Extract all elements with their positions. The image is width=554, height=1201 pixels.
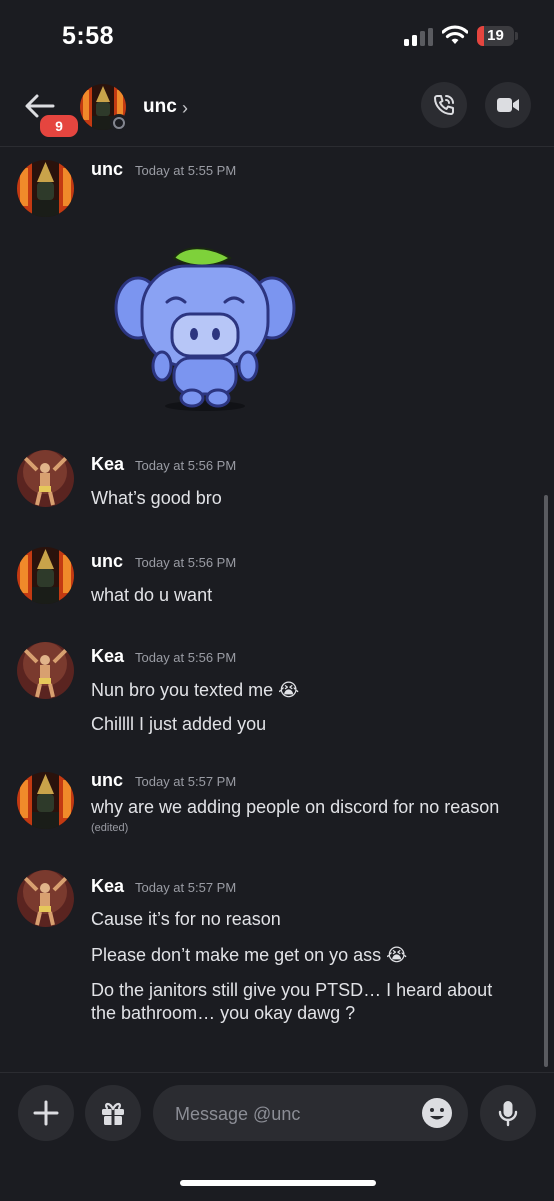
battery-indicator: 19 — [477, 26, 514, 46]
message-username[interactable]: unc — [91, 770, 123, 791]
voice-message-button[interactable] — [480, 1085, 536, 1141]
message-username[interactable]: unc — [91, 159, 123, 180]
message-text: Chillll I just added you — [91, 714, 267, 734]
avatar-art-kea — [17, 450, 74, 507]
video-camera-icon — [497, 98, 519, 112]
header-username[interactable]: unc — [143, 96, 177, 118]
phone-call-icon — [434, 95, 454, 115]
plus-icon — [33, 1100, 59, 1126]
message-text: Please don’t make me get on yo ass 😭 — [91, 945, 408, 965]
status-bar: 5:58 19 — [0, 0, 554, 72]
avatar-art-kea — [17, 870, 74, 927]
unread-badge: 9 — [38, 113, 80, 139]
message-group: unc Today at 5:56 PM what do u want — [0, 545, 540, 615]
message-username[interactable]: Kea — [91, 876, 124, 897]
wumpus-sticker — [114, 247, 296, 411]
gift-button[interactable] — [85, 1085, 141, 1141]
gift-icon — [102, 1102, 124, 1125]
avatar-art-unc — [17, 160, 74, 217]
message-text: What’s good bro — [91, 488, 222, 508]
avatar-unc[interactable] — [17, 160, 74, 217]
message-timestamp: Today at 5:56 PM — [135, 555, 237, 570]
wifi-icon — [442, 25, 468, 44]
chat-scrollbar[interactable] — [544, 495, 548, 1067]
message-timestamp: Today at 5:56 PM — [135, 650, 237, 665]
message-timestamp: Today at 5:56 PM — [135, 458, 237, 473]
offline-status-icon — [110, 114, 128, 132]
message-timestamp: Today at 5:55 PM — [135, 163, 237, 178]
message-group: Kea Today at 5:56 PM What’s good bro — [0, 448, 540, 518]
avatar-unc[interactable] — [17, 547, 74, 604]
avatar-kea[interactable] — [17, 870, 74, 927]
microphone-icon — [498, 1101, 518, 1127]
message-timestamp: Today at 5:57 PM — [135, 774, 237, 789]
emoji-icon[interactable] — [421, 1097, 453, 1129]
message-group: unc Today at 5:57 PM why are we adding p… — [0, 764, 540, 844]
message-text: Cause it’s for no reason — [91, 909, 281, 929]
chat-header: 9 unc › — [0, 74, 554, 147]
message-username[interactable]: Kea — [91, 454, 124, 475]
video-call-button[interactable] — [485, 82, 531, 128]
message-input[interactable] — [173, 1085, 407, 1143]
chevron-right-icon[interactable]: › — [182, 98, 188, 119]
cellular-signal-icon — [404, 28, 433, 46]
avatar-art-unc — [17, 547, 74, 604]
message-text: the bathroom… you okay dawg ? — [91, 1003, 356, 1023]
battery-level: 19 — [487, 27, 504, 44]
home-indicator[interactable] — [180, 1180, 376, 1186]
avatar-art-kea — [17, 642, 74, 699]
avatar-kea[interactable] — [17, 642, 74, 699]
avatar-art-unc — [17, 772, 74, 829]
voice-call-button[interactable] — [421, 82, 467, 128]
battery-cap — [515, 32, 518, 40]
message-text: what do u want — [91, 585, 213, 605]
message-text: Do the janitors still give you PTSD… I h… — [91, 980, 493, 1000]
status-time: 5:58 — [62, 22, 115, 50]
message-text: why are we adding people on discord for … — [91, 797, 500, 817]
message-timestamp: Today at 5:57 PM — [135, 880, 237, 895]
add-attachment-button[interactable] — [18, 1085, 74, 1141]
message-group: unc Today at 5:55 PM — [0, 158, 540, 418]
avatar-unc[interactable] — [17, 772, 74, 829]
edited-label: (edited) — [91, 822, 129, 834]
message-username[interactable]: Kea — [91, 646, 124, 667]
message-username[interactable]: unc — [91, 551, 123, 572]
message-text: Nun bro you texted me 😭 — [91, 680, 300, 700]
message-group: Kea Today at 5:56 PM Nun bro you texted … — [0, 640, 540, 740]
message-input-container[interactable] — [153, 1085, 468, 1143]
message-group: Kea Today at 5:57 PM Cause it’s for no r… — [0, 870, 540, 1030]
avatar-kea[interactable] — [17, 450, 74, 507]
